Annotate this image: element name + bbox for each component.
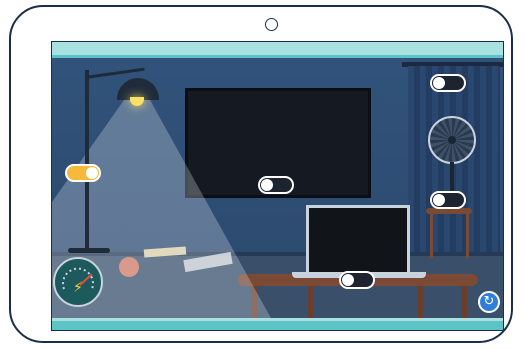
lightning-bolt-icon: ⚡	[73, 280, 83, 296]
fan-hub	[448, 136, 456, 144]
refresh-icon: ↻	[483, 294, 495, 309]
energy-gauge: ⚡	[53, 257, 103, 307]
top-bar	[52, 42, 503, 58]
table-leg	[252, 286, 257, 320]
table-leg	[308, 286, 313, 320]
reset-button[interactable]: ↻	[478, 291, 500, 313]
bottom-bar	[52, 318, 503, 330]
toggle-knob	[342, 274, 354, 286]
game-screen: ⚡ ↻	[51, 41, 504, 331]
tv-toggle[interactable]	[258, 176, 294, 194]
laptop-toggle[interactable]	[339, 271, 375, 289]
toggle-knob	[86, 167, 98, 179]
table-leg	[462, 286, 467, 320]
ball	[119, 257, 139, 277]
lamp-pole	[85, 70, 89, 252]
stool-leg	[430, 214, 433, 258]
toggle-knob	[433, 194, 445, 206]
fan-toggle[interactable]	[430, 191, 466, 209]
camera-icon	[265, 18, 278, 31]
lamp-base	[68, 248, 110, 253]
tablet-frame: ⚡ ↻	[9, 5, 513, 343]
stool-leg	[466, 214, 469, 258]
fan-top-toggle[interactable]	[430, 74, 466, 92]
toggle-knob	[261, 179, 273, 191]
lamp-toggle[interactable]	[65, 164, 101, 182]
toggle-knob	[433, 77, 445, 89]
table-leg	[418, 286, 423, 320]
laptop	[306, 205, 410, 273]
